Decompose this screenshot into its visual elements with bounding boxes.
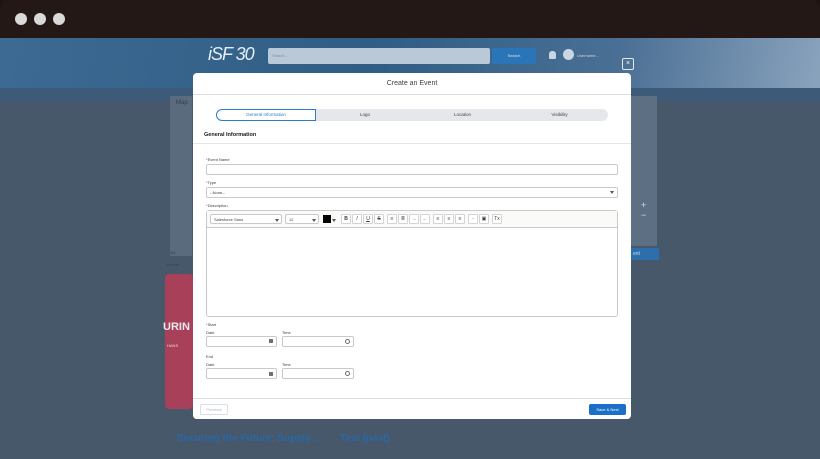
save-next-button[interactable]: Save & Next: [589, 404, 626, 415]
description-editor[interactable]: Salesforce Sans 12 B I U S ≡ ≣ → ← ≡ ≡ ≡…: [206, 210, 618, 317]
event-card-image: [165, 274, 193, 409]
event-name-label: *Event Name: [206, 157, 230, 162]
clock-icon[interactable]: [345, 339, 350, 344]
end-date-label: Date: [206, 362, 215, 367]
global-search-button[interactable]: Search: [492, 48, 536, 64]
clear-format-button[interactable]: Tx: [492, 214, 502, 224]
bell-icon[interactable]: [549, 51, 556, 59]
event-card-sub: HANS: [167, 343, 179, 348]
right-panel-button[interactable]: ent: [631, 248, 659, 260]
chevron-down-icon: [610, 191, 614, 194]
strikethrough-button[interactable]: S: [374, 214, 384, 224]
indent-icon[interactable]: →: [409, 214, 419, 224]
start-date-input[interactable]: [206, 336, 277, 347]
window-minimize-dot[interactable]: [34, 13, 46, 25]
modal-close-button[interactable]: ×: [622, 58, 634, 70]
chevron-down-icon: [312, 219, 316, 222]
step-visibility[interactable]: Visibility: [511, 109, 608, 121]
clock-icon[interactable]: [345, 371, 350, 376]
step-location[interactable]: Location: [414, 109, 511, 121]
rich-text-toolbar: Salesforce Sans 12 B I U S ≡ ≣ → ← ≡ ≡ ≡…: [207, 211, 617, 228]
map-card-label: Map: [176, 100, 188, 106]
start-time-input[interactable]: [282, 336, 354, 347]
window-titlebar: [0, 0, 820, 38]
bold-button[interactable]: B: [341, 214, 351, 224]
description-label: *Description: [206, 203, 228, 208]
type-select-value: --None--: [210, 190, 225, 195]
event-title-2[interactable]: Test (past): [340, 433, 390, 444]
end-time-label: Time: [282, 362, 291, 367]
window-close-dot[interactable]: [15, 13, 27, 25]
font-family-select[interactable]: Salesforce Sans: [210, 214, 282, 224]
modal-title: Create an Event: [193, 73, 631, 95]
chevron-down-icon: [332, 219, 336, 222]
bullet-list-icon[interactable]: ≡: [387, 214, 397, 224]
underline-button[interactable]: U: [363, 214, 373, 224]
end-time-input[interactable]: [282, 368, 354, 379]
text-color-swatch[interactable]: [323, 215, 331, 223]
numbered-list-icon[interactable]: ≣: [398, 214, 408, 224]
event-card-title: URIN: [163, 321, 190, 333]
map-card-row: No ext...: [167, 262, 182, 267]
modal-footer: Previous Save & Next: [193, 398, 631, 419]
global-search-input[interactable]: Search...: [268, 48, 490, 64]
align-center-icon[interactable]: ≡: [444, 214, 454, 224]
type-select[interactable]: [206, 187, 618, 198]
step-logo[interactable]: Logo: [316, 109, 414, 121]
end-label: End: [206, 354, 214, 359]
calendar-icon[interactable]: [269, 339, 273, 343]
calendar-icon[interactable]: [269, 372, 273, 376]
type-label: *Type: [206, 180, 217, 185]
progress-steps: General Information Logo Location Visibi…: [216, 109, 608, 121]
section-title: General Information: [204, 132, 257, 138]
map-card-footer: Go..: [170, 250, 178, 255]
event-name-input[interactable]: [206, 164, 618, 175]
user-menu[interactable]: Username...: [577, 53, 599, 58]
step-general-information[interactable]: General Information: [216, 109, 316, 121]
section-divider: [193, 143, 631, 144]
start-label: *Start: [206, 322, 217, 327]
map-card: [170, 96, 192, 256]
outdent-icon[interactable]: ←: [420, 214, 430, 224]
app-logo[interactable]: iSF 30: [208, 44, 255, 65]
image-icon[interactable]: ▣: [479, 214, 489, 224]
align-right-icon[interactable]: ≡: [455, 214, 465, 224]
avatar[interactable]: [563, 49, 574, 60]
previous-button[interactable]: Previous: [200, 404, 228, 415]
align-left-icon[interactable]: ≡: [433, 214, 443, 224]
create-event-modal: Create an Event General Information Logo…: [193, 73, 631, 419]
italic-button[interactable]: I: [352, 214, 362, 224]
start-date-label: Date: [206, 330, 215, 335]
window-maximize-dot[interactable]: [53, 13, 65, 25]
event-title-1[interactable]: Securing the Future: Supply ...: [177, 433, 322, 444]
zoom-controls: + −: [641, 200, 647, 220]
start-time-label: Time: [282, 330, 291, 335]
link-icon[interactable]: ⌁: [468, 214, 478, 224]
chevron-down-icon: [275, 219, 279, 222]
end-date-input[interactable]: [206, 368, 277, 379]
